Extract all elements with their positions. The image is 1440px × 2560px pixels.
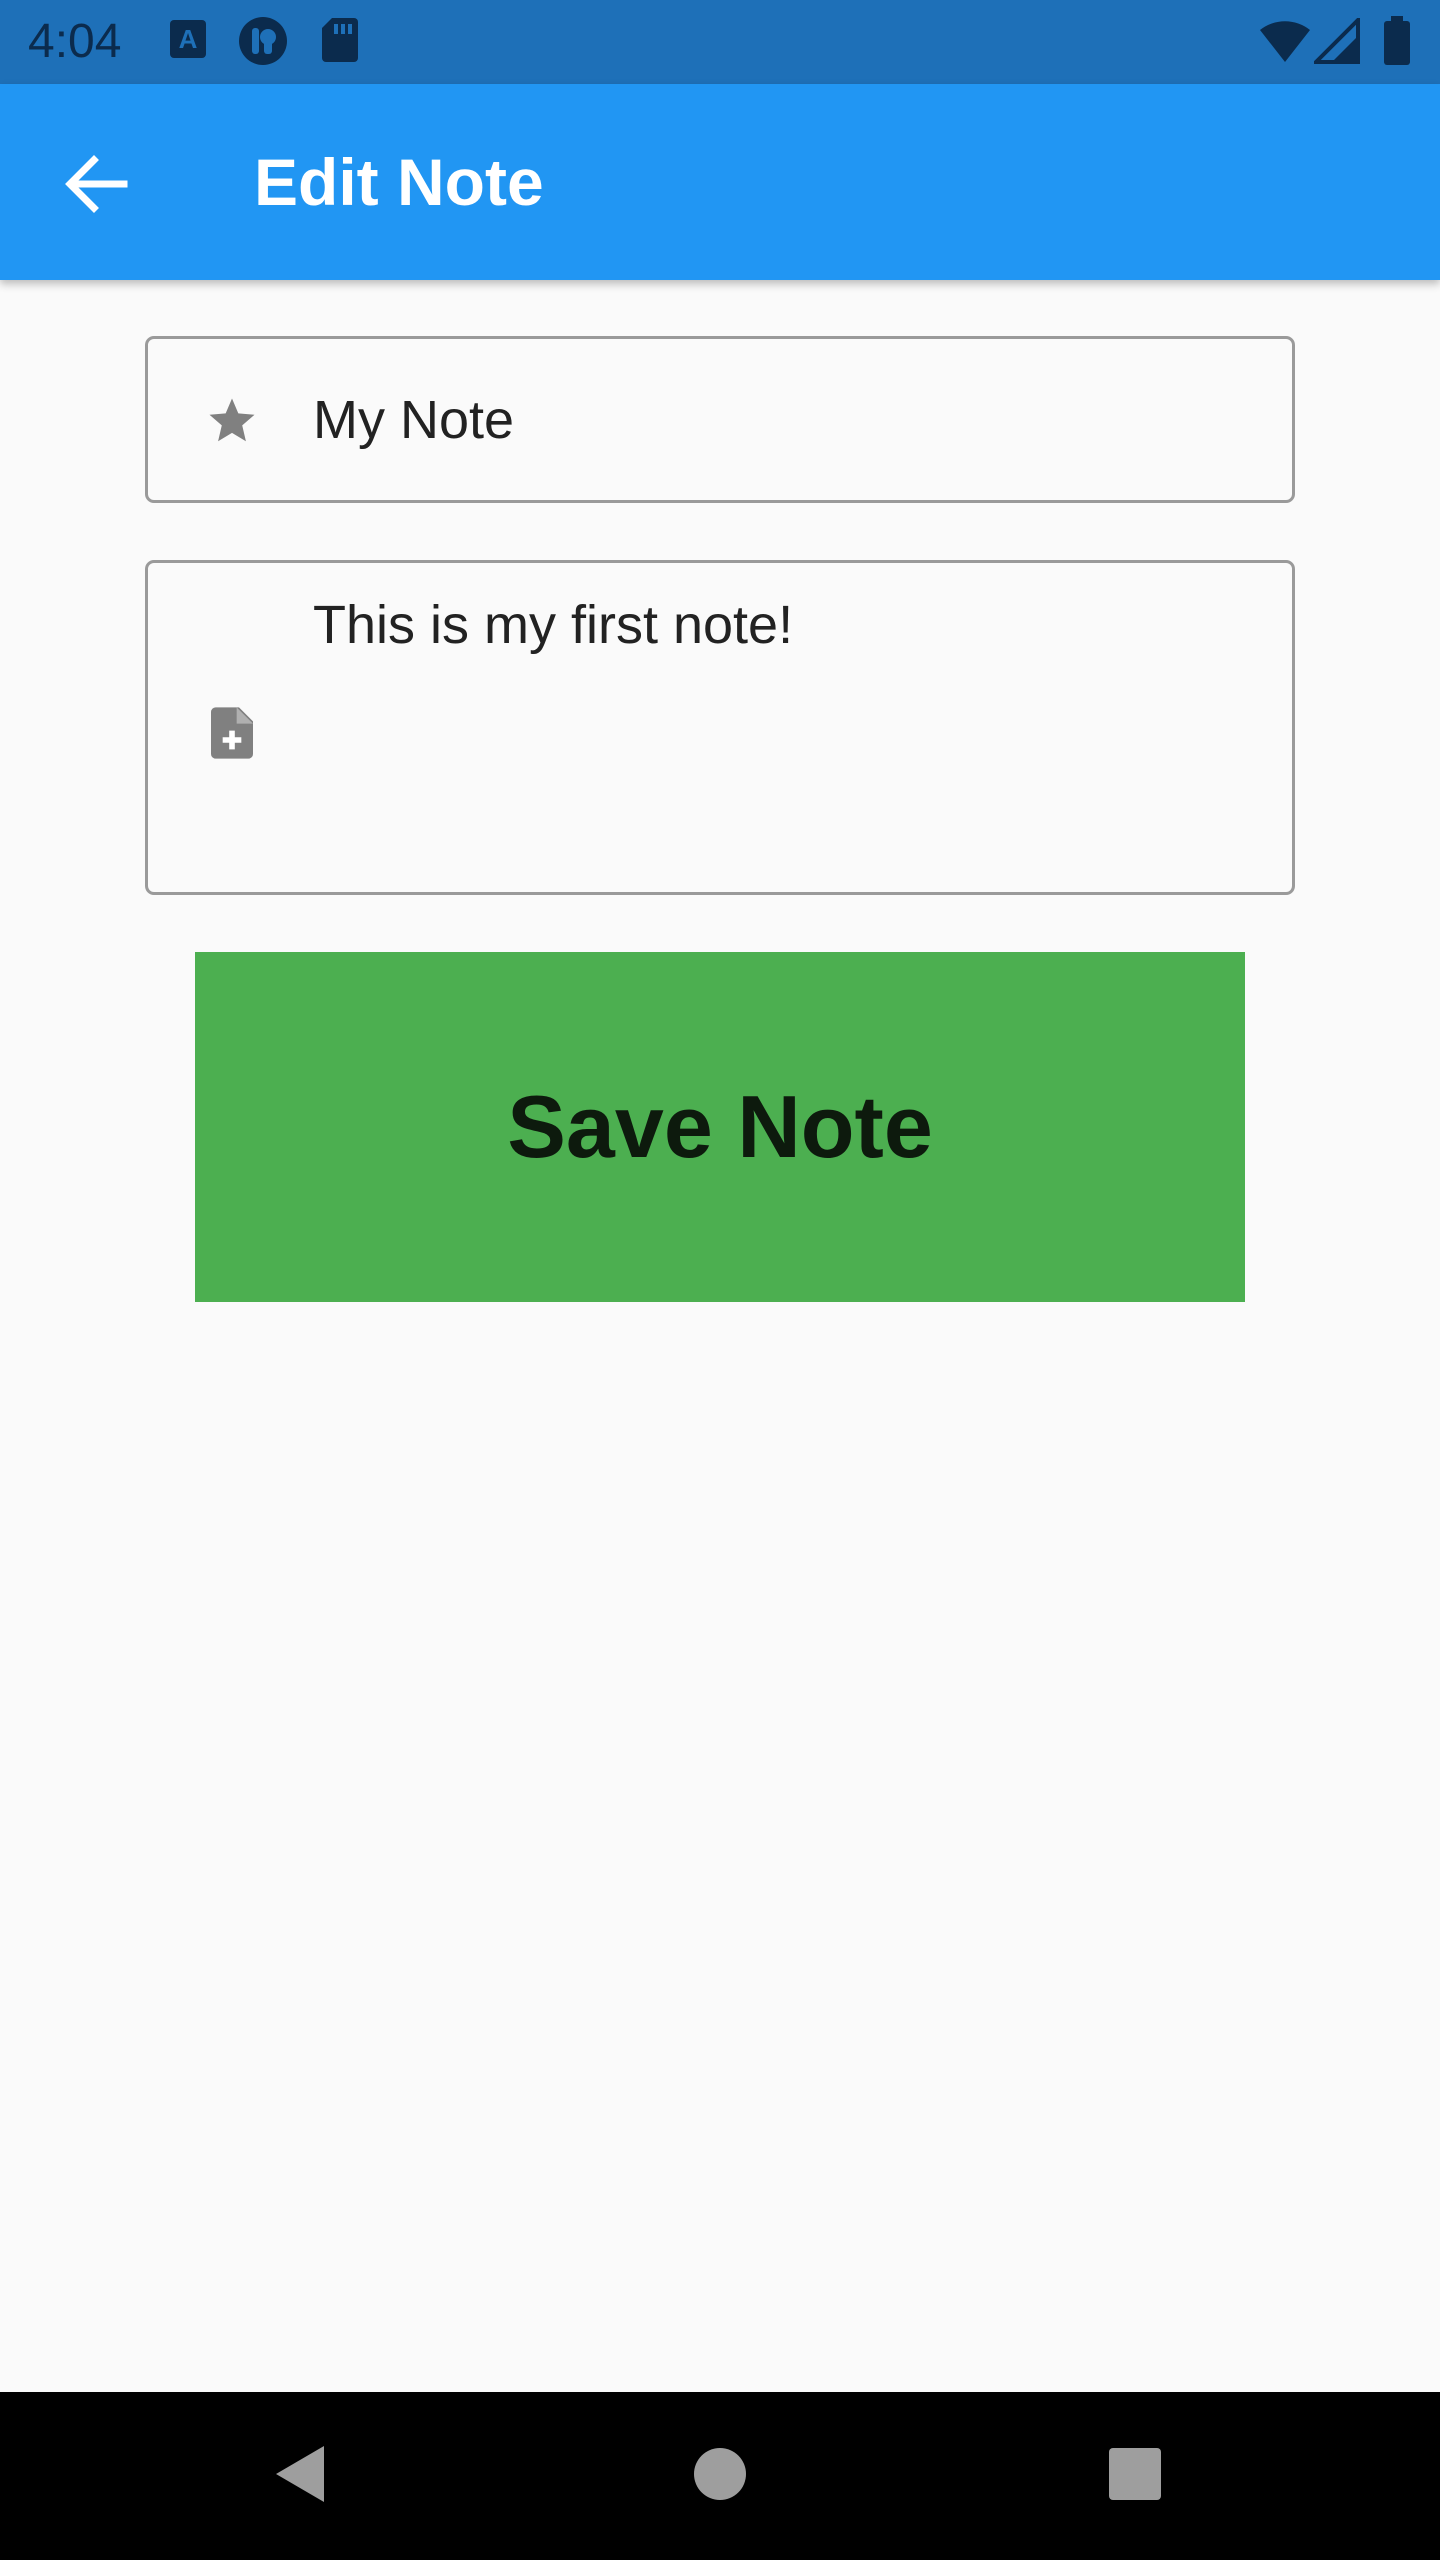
- arrow-back-icon: [64, 154, 128, 219]
- podcast-icon: [238, 16, 288, 71]
- page-title: Edit Note: [254, 145, 544, 219]
- cell-signal-icon: [1311, 15, 1360, 69]
- font-a-icon: A: [168, 18, 208, 67]
- home-circle-icon: [692, 2446, 748, 2507]
- save-note-button[interactable]: Save Note: [195, 952, 1245, 1302]
- status-time: 4:04: [28, 15, 122, 68]
- note-body-field[interactable]: This is my first note!: [145, 560, 1295, 895]
- back-triangle-icon: [272, 2442, 328, 2511]
- navigation-bar: [0, 2392, 1440, 2560]
- nav-home-button[interactable]: [670, 2426, 770, 2526]
- nav-recents-button[interactable]: [1085, 2426, 1185, 2526]
- app-bar: Edit Note: [0, 84, 1440, 280]
- status-bar: 4:04 A: [0, 0, 1440, 84]
- note-add-icon: [202, 703, 262, 763]
- battery-icon: [1382, 16, 1412, 71]
- sd-card-icon: [320, 16, 360, 69]
- edit-note-screen: 4:04 A Edit Note My Note This is my firs…: [0, 0, 1440, 2560]
- svg-text:A: A: [179, 24, 198, 54]
- recents-square-icon: [1108, 2447, 1162, 2506]
- back-button[interactable]: [48, 138, 144, 234]
- note-body-input[interactable]: This is my first note!: [313, 593, 1262, 863]
- note-title-field[interactable]: [145, 336, 1295, 503]
- wifi-icon: [1258, 20, 1312, 69]
- nav-back-button[interactable]: [250, 2426, 350, 2526]
- note-title-input[interactable]: [313, 383, 1262, 457]
- star-icon: [202, 391, 262, 451]
